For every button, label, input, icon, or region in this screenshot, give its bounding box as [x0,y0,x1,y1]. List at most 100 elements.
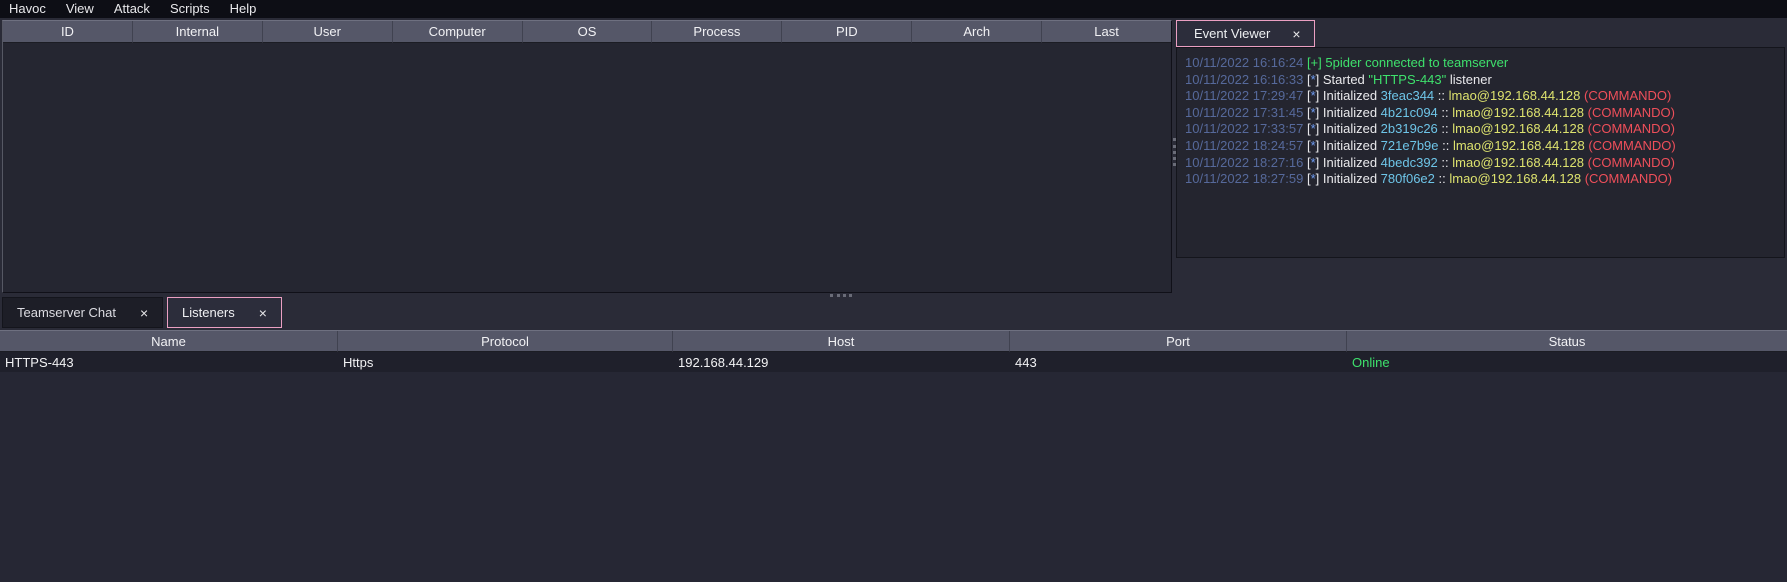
close-icon[interactable]: × [1292,26,1300,42]
tab-listeners[interactable]: Listeners × [167,297,282,328]
log-segment: :: [1435,171,1449,186]
log-segment: 10/11/2022 17:29:47 [1185,88,1307,103]
log-segment: [+] [1307,55,1322,70]
log-segment: 10/11/2022 18:27:16 [1185,155,1307,170]
listener-cell: Https [338,352,673,372]
log-segment: ] [1316,105,1323,120]
sessions-column-id[interactable]: ID [3,21,133,43]
menu-bar: HavocViewAttackScriptsHelp [0,0,1787,18]
listener-cell: Online [1347,352,1787,372]
log-segment: ] [1316,171,1323,186]
close-icon[interactable]: × [140,305,148,321]
close-icon[interactable]: × [259,305,267,321]
log-segment: lmao@192.168.44.128 [1449,171,1584,186]
log-segment: (COMMANDO) [1588,138,1675,153]
log-segment: :: [1438,155,1452,170]
tab-event-viewer[interactable]: Event Viewer × [1176,20,1315,47]
log-segment: listener [1446,72,1492,87]
sessions-column-os[interactable]: OS [523,21,653,43]
havoc-window: HavocViewAttackScriptsHelp IDInternalUse… [0,0,1787,582]
menu-item-havoc[interactable]: Havoc [0,0,57,18]
sessions-table-header: IDInternalUserComputerOSProcessPIDArchLa… [3,21,1171,43]
log-segment: lmao@192.168.44.128 [1453,138,1588,153]
menu-item-scripts[interactable]: Scripts [161,0,221,18]
log-segment: 10/11/2022 17:31:45 [1185,105,1307,120]
log-segment: 10/11/2022 16:16:33 [1185,72,1307,87]
sessions-column-last[interactable]: Last [1042,21,1171,43]
log-segment: 3feac344 [1381,88,1435,103]
event-log-line: 10/11/2022 17:33:57 [*] Initialized 2b31… [1185,121,1776,138]
log-segment: :: [1434,88,1448,103]
log-segment: Initialized [1323,121,1381,136]
log-segment: (COMMANDO) [1588,121,1675,136]
tab-teamserver-chat[interactable]: Teamserver Chat × [2,297,163,328]
listeners-column-port[interactable]: Port [1010,331,1347,352]
listeners-table-header: NameProtocolHostPortStatus [0,331,1787,352]
log-segment: (COMMANDO) [1584,88,1671,103]
log-segment: 10/11/2022 18:24:57 [1185,138,1307,153]
listener-cell: 192.168.44.129 [673,352,1010,372]
log-segment: ] [1316,138,1323,153]
sessions-column-computer[interactable]: Computer [393,21,523,43]
sessions-column-arch[interactable]: Arch [912,21,1042,43]
log-segment: Started [1323,72,1369,87]
log-segment: 10/11/2022 18:27:59 [1185,171,1307,186]
log-segment: lmao@192.168.44.128 [1452,155,1587,170]
tab-label: Teamserver Chat [17,305,116,320]
log-segment: lmao@192.168.44.128 [1449,88,1584,103]
log-segment: lmao@192.168.44.128 [1452,121,1587,136]
log-segment: 10/11/2022 16:16:24 [1185,55,1307,70]
log-segment: Initialized [1323,155,1381,170]
tab-label: Listeners [182,305,235,320]
log-segment: :: [1438,121,1452,136]
event-log-line: 10/11/2022 18:24:57 [*] Initialized 721e… [1185,138,1776,155]
log-segment: 4bedc392 [1381,155,1438,170]
log-segment: lmao@192.168.44.128 [1452,105,1587,120]
sessions-column-user[interactable]: User [263,21,393,43]
listener-cell: 443 [1010,352,1347,372]
menu-item-help[interactable]: Help [221,0,268,18]
log-segment: Initialized [1323,88,1381,103]
sessions-column-pid[interactable]: PID [782,21,912,43]
sessions-column-process[interactable]: Process [652,21,782,43]
log-segment: :: [1438,105,1452,120]
log-segment: "HTTPS-443" [1368,72,1446,87]
log-segment: Initialized [1323,105,1381,120]
menu-item-view[interactable]: View [57,0,105,18]
listeners-column-protocol[interactable]: Protocol [338,331,673,352]
log-segment: 721e7b9e [1381,138,1439,153]
event-log-line: 10/11/2022 16:16:33 [*] Started "HTTPS-4… [1185,72,1776,89]
listener-cell: HTTPS-443 [0,352,338,372]
log-segment: Initialized [1323,171,1381,186]
listeners-column-status[interactable]: Status [1347,331,1787,352]
menu-item-attack[interactable]: Attack [105,0,161,18]
event-viewer-panel: 10/11/2022 16:16:24 [+] 5pider connected… [1176,47,1785,258]
log-segment: ] [1316,121,1323,136]
event-log-line: 10/11/2022 17:31:45 [*] Initialized 4b21… [1185,105,1776,122]
log-segment: ] [1316,155,1323,170]
log-segment: 4b21c094 [1381,105,1438,120]
sessions-column-internal[interactable]: Internal [133,21,263,43]
listeners-table: NameProtocolHostPortStatus HTTPS-443Http… [0,330,1787,582]
log-segment: ] [1316,88,1323,103]
horizontal-splitter-handle[interactable] [830,294,852,297]
listener-row[interactable]: HTTPS-443Https192.168.44.129443Online [0,352,1787,372]
listeners-column-name[interactable]: Name [0,331,338,352]
log-segment: ] [1316,72,1323,87]
log-segment: :: [1439,138,1453,153]
listeners-table-body: HTTPS-443Https192.168.44.129443Online [0,352,1787,372]
event-log-line: 10/11/2022 17:29:47 [*] Initialized 3fea… [1185,88,1776,105]
log-segment: (COMMANDO) [1588,105,1675,120]
event-log-line: 10/11/2022 18:27:16 [*] Initialized 4bed… [1185,155,1776,172]
tab-event-viewer-label: Event Viewer [1194,26,1270,41]
listeners-column-host[interactable]: Host [673,331,1010,352]
event-log-line: 10/11/2022 18:27:59 [*] Initialized 780f… [1185,171,1776,188]
log-segment: 2b319c26 [1381,121,1438,136]
log-segment: (COMMANDO) [1588,155,1675,170]
log-segment: 5pider connected to teamserver [1322,55,1508,70]
sessions-table: IDInternalUserComputerOSProcessPIDArchLa… [2,20,1172,293]
log-segment: 10/11/2022 17:33:57 [1185,121,1307,136]
log-segment: 780f06e2 [1381,171,1435,186]
event-log-line: 10/11/2022 16:16:24 [+] 5pider connected… [1185,55,1776,72]
log-segment: Initialized [1323,138,1381,153]
